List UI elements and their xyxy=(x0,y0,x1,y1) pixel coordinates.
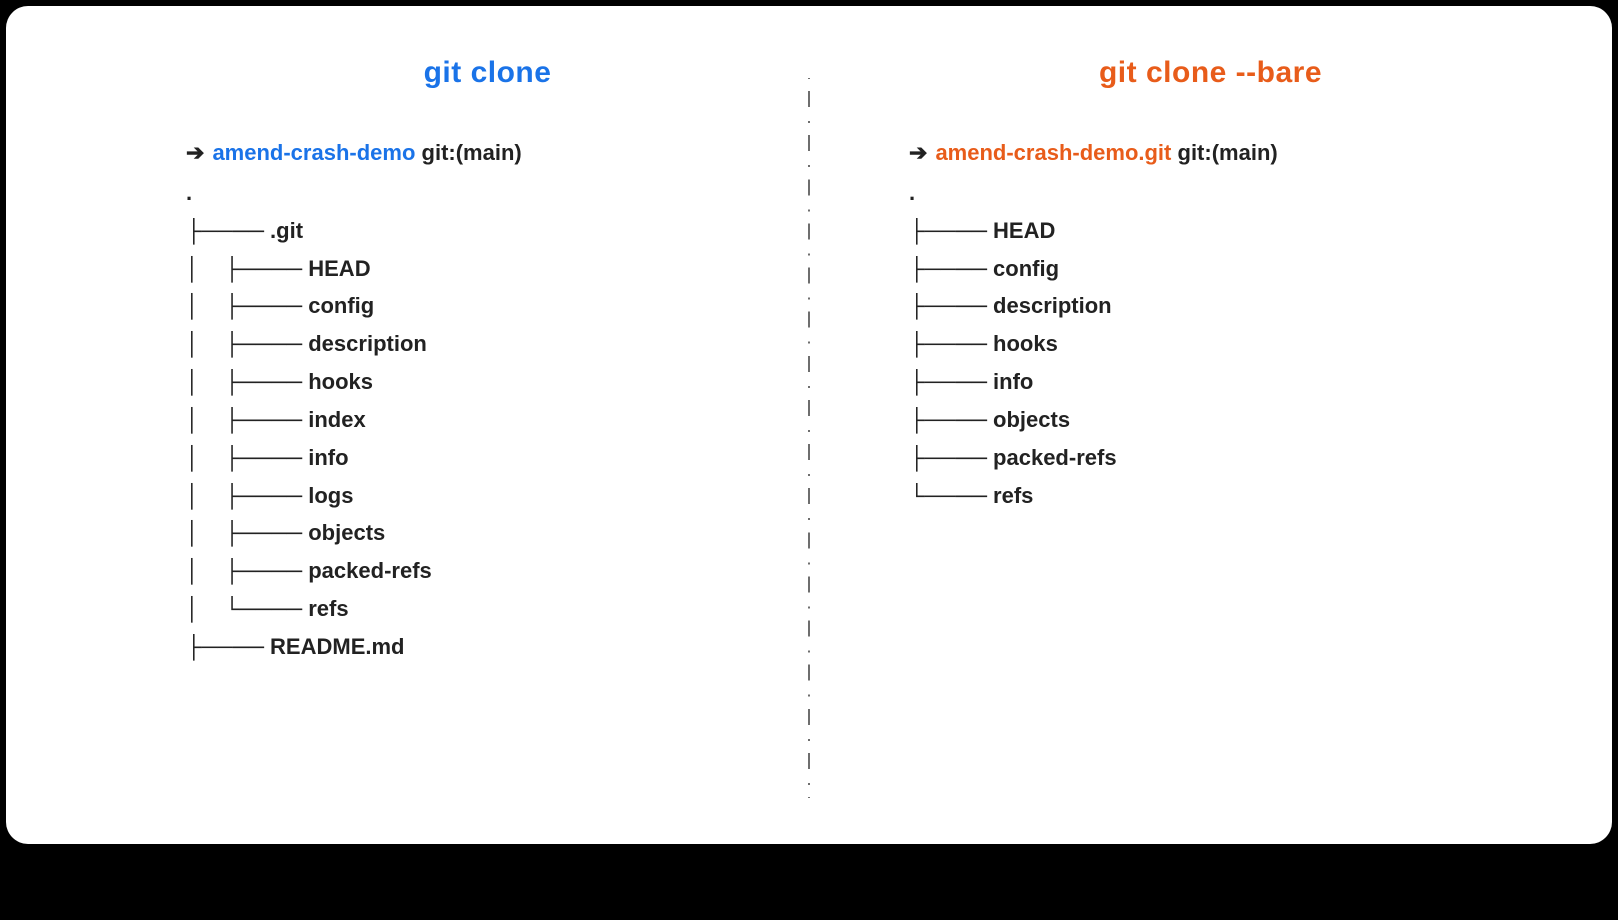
right-prompt: ➔ amend-crash-demo.git git:(main) xyxy=(909,140,1512,166)
right-tree: . ├──── HEAD ├──── config ├──── descript… xyxy=(909,174,1512,514)
comparison-card: git clone ➔ amend-crash-demo git:(main) .… xyxy=(6,6,1612,844)
right-branch: git:(main) xyxy=(1178,140,1278,165)
right-heading: git clone --bare xyxy=(909,56,1512,90)
prompt-arrow-icon: ➔ xyxy=(186,140,204,165)
right-column: git clone --bare ➔ amend-crash-demo.git g… xyxy=(829,46,1552,804)
left-prompt: ➔ amend-crash-demo git:(main) xyxy=(186,140,789,166)
right-repo-name: amend-crash-demo.git xyxy=(935,140,1171,165)
left-column: git clone ➔ amend-crash-demo git:(main) .… xyxy=(66,46,829,804)
prompt-arrow-icon: ➔ xyxy=(909,140,927,165)
left-repo-name: amend-crash-demo xyxy=(212,140,415,165)
left-tree: . ├──── .git │ ├──── HEAD │ ├──── config… xyxy=(186,174,789,666)
left-heading: git clone xyxy=(186,56,789,90)
vertical-divider xyxy=(808,78,810,798)
left-branch: git:(main) xyxy=(422,140,522,165)
